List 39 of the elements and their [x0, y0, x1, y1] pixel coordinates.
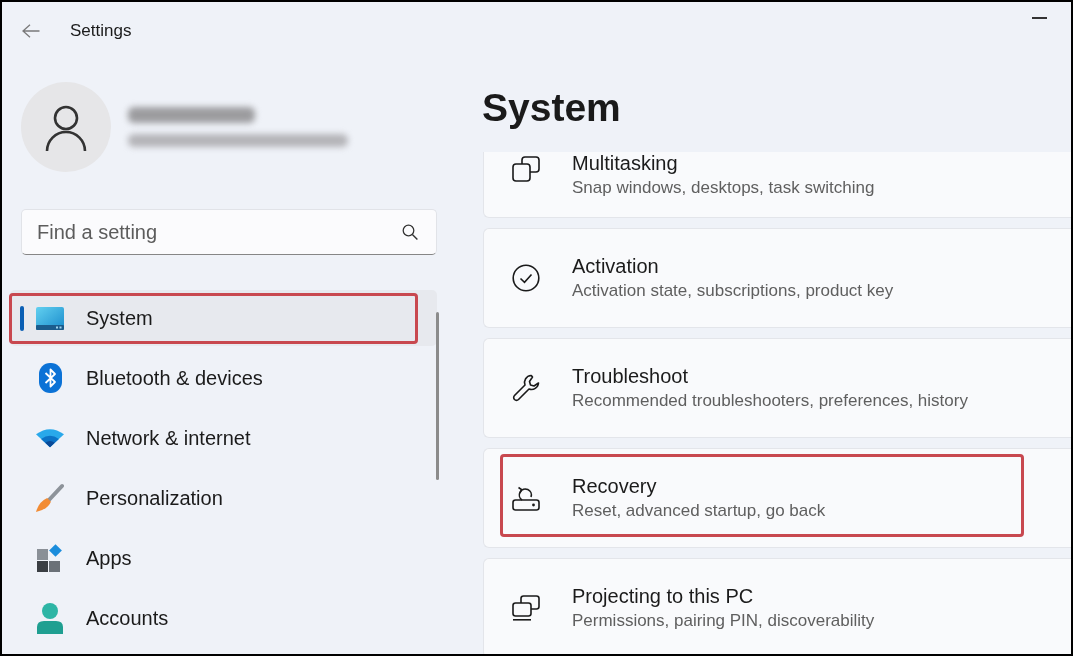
- selection-indicator: [20, 305, 24, 331]
- card-title: Troubleshoot: [572, 364, 689, 387]
- card-description: Snap windows, desktops, task switching: [572, 177, 875, 199]
- back-icon[interactable]: [22, 24, 40, 38]
- nav-item[interactable]: Personalization: [10, 470, 437, 526]
- nav-item[interactable]: Accounts: [10, 590, 437, 646]
- monitor-icon: [36, 306, 64, 330]
- two-screens-icon: [512, 595, 540, 621]
- settings-card[interactable]: Multitasking Snap windows, desktops, task switching: [483, 152, 1071, 218]
- nav-item[interactable]: Apps: [10, 530, 437, 586]
- wifi-icon: [36, 428, 64, 448]
- card-description: Permissions, pairing PIN, discoverability: [572, 609, 875, 632]
- nav-item[interactable]: Bluetooth & devices: [10, 350, 437, 406]
- settings-card[interactable]: Projecting to this PC Permissions, pairing PIN, discoverability: [483, 558, 1071, 654]
- settings-card[interactable]: Recovery Reset, advanced startup, go back: [483, 448, 1071, 548]
- scrollbar-thumb[interactable]: [436, 312, 439, 480]
- settings-card[interactable]: Troubleshoot Recommended troubleshooters, preferences, history: [483, 338, 1071, 438]
- search-icon[interactable]: [402, 224, 418, 240]
- nav-item[interactable]: System: [10, 290, 437, 346]
- check-circle-icon: [512, 264, 540, 292]
- card-description: Activation state, subscriptions, product key: [572, 279, 894, 302]
- wrench-icon: [512, 374, 540, 402]
- overlapping-windows-icon: [512, 156, 540, 182]
- apps-grid-icon: [37, 544, 63, 572]
- page-title: System: [482, 85, 622, 131]
- search-field[interactable]: Find a setting: [21, 209, 437, 255]
- settings-card[interactable]: Activation Activation state, subscriptions, product key: [483, 228, 1071, 328]
- card-title: Projecting to this PC: [572, 584, 755, 607]
- restore-drive-icon: [512, 485, 540, 511]
- bluetooth-icon: [38, 363, 62, 393]
- card-title: Recovery: [572, 474, 658, 497]
- card-title: Activation: [572, 254, 660, 277]
- account-person-icon: [37, 602, 63, 634]
- card-description: Recommended troubleshooters, preferences, history: [572, 389, 968, 412]
- card-description: Reset, advanced startup, go back: [572, 499, 826, 522]
- window-title: Settings: [70, 21, 132, 41]
- paintbrush-icon: [36, 483, 64, 513]
- avatar-icon: [21, 82, 111, 172]
- card-title: Multitasking: [572, 152, 679, 174]
